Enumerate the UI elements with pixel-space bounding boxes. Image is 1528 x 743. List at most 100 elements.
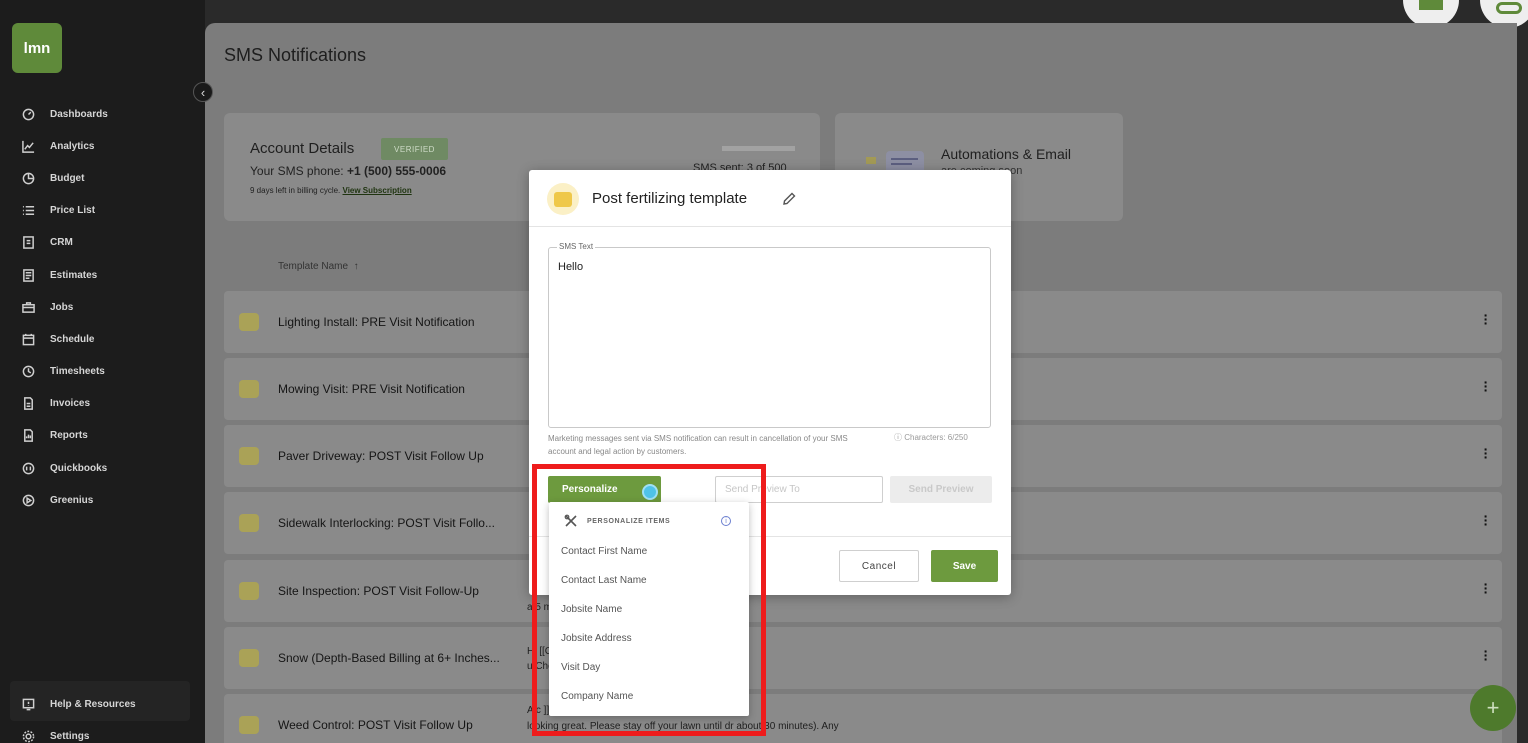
- price-list-icon: [22, 204, 35, 217]
- table-row[interactable]: Snow (Depth-Based Billing at 6+ Inches..…: [224, 627, 1502, 689]
- sidebar-item-label: Settings: [50, 730, 90, 742]
- sidebar-item-estimates[interactable]: Estimates: [0, 259, 205, 291]
- sms-template-icon: [239, 514, 259, 532]
- plus-icon: +: [1486, 695, 1500, 720]
- sms-text-label: SMS Text: [557, 242, 596, 251]
- sms-template-icon: [239, 716, 259, 734]
- jobs-icon: [22, 301, 35, 314]
- billing-text: 9 days left in billing cycle.: [250, 186, 341, 195]
- sidebar-item-crm[interactable]: CRM: [0, 227, 205, 259]
- template-name: Site Inspection: POST Visit Follow-Up: [278, 584, 479, 598]
- sidebar: lmn Dashboards Analytics Budget Price Li…: [0, 0, 205, 743]
- sidebar-item-schedule[interactable]: Schedule: [0, 323, 205, 355]
- personalize-items-title: PERSONALIZE ITEMS: [587, 517, 671, 525]
- sidebar-item-quickbooks[interactable]: Quickbooks: [0, 452, 205, 484]
- sidebar-item-timesheets[interactable]: Timesheets: [0, 356, 205, 388]
- sms-text-field[interactable]: SMS Text Hello: [548, 242, 991, 428]
- sidebar-item-label: Greenius: [50, 494, 94, 506]
- timesheets-icon: [22, 365, 35, 378]
- template-name-column-header[interactable]: Template Name ↑: [278, 261, 359, 272]
- account-details-title: Account Details: [250, 140, 355, 157]
- dashboard-icon: [22, 108, 35, 121]
- sidebar-nav: Dashboards Analytics Budget Price List C…: [0, 98, 205, 516]
- more-vertical-icon[interactable]: ···: [1482, 509, 1490, 531]
- table-row[interactable]: Weed Control: POST Visit Follow Up A c ]…: [224, 694, 1502, 743]
- sidebar-item-reports[interactable]: Reports: [0, 420, 205, 452]
- estimates-icon: [22, 268, 35, 282]
- grid-icon: [1419, 0, 1443, 10]
- more-vertical-icon[interactable]: ···: [1482, 375, 1490, 397]
- chevron-left-icon: ‹: [200, 84, 206, 100]
- add-button[interactable]: +: [1470, 685, 1516, 731]
- sidebar-item-greenius[interactable]: Greenius: [0, 484, 205, 516]
- sidebar-item-settings[interactable]: Settings: [0, 720, 89, 743]
- template-name: Snow (Depth-Based Billing at 6+ Inches..…: [278, 651, 500, 665]
- sidebar-item-label: Estimates: [50, 269, 98, 281]
- sidebar-item-label: Schedule: [50, 333, 95, 345]
- info-icon[interactable]: i: [721, 516, 731, 526]
- personalize-item-jobsite-address[interactable]: Jobsite Address: [561, 633, 632, 644]
- more-vertical-icon[interactable]: ···: [1482, 577, 1490, 599]
- sms-phone-number: +1 (500) 555-0006: [346, 164, 447, 178]
- template-name: Mowing Visit: PRE Visit Notification: [278, 382, 465, 396]
- invoices-icon: [22, 397, 35, 411]
- mouse-cursor-indicator: [642, 484, 658, 500]
- personalize-item-contact-first-name[interactable]: Contact First Name: [561, 546, 647, 557]
- app-logo[interactable]: lmn: [12, 23, 62, 73]
- schedule-icon: [22, 333, 35, 346]
- link-icon: [1496, 2, 1522, 14]
- sidebar-collapse-button[interactable]: ‹: [193, 82, 213, 102]
- personalize-item-visit-day[interactable]: Visit Day: [561, 662, 600, 673]
- personalize-item-contact-last-name[interactable]: Contact Last Name: [561, 575, 647, 586]
- page-title: SMS Notifications: [224, 45, 367, 65]
- sms-phone-label: Your SMS phone:: [250, 164, 344, 178]
- sms-template-icon: [239, 582, 259, 600]
- template-name: Sidewalk Interlocking: POST Visit Follo.…: [278, 516, 495, 530]
- modal-header: Post fertilizing template: [529, 170, 1011, 227]
- modal-title: Post fertilizing template: [592, 190, 748, 207]
- sms-template-icon: [239, 649, 259, 667]
- sidebar-item-label: Jobs: [50, 301, 74, 313]
- sidebar-item-price-list[interactable]: Price List: [0, 195, 205, 227]
- sidebar-item-help[interactable]: Help & Resources: [0, 688, 136, 720]
- personalize-button[interactable]: Personalize: [548, 476, 661, 503]
- sidebar-item-label: Help & Resources: [50, 698, 136, 710]
- more-vertical-icon[interactable]: ···: [1482, 442, 1490, 464]
- personalize-label: Personalize: [562, 484, 618, 495]
- sidebar-item-label: Invoices: [50, 398, 91, 410]
- sidebar-item-invoices[interactable]: Invoices: [0, 388, 205, 420]
- sidebar-item-label: Price List: [50, 205, 96, 217]
- template-name: Paver Driveway: POST Visit Follow Up: [278, 449, 484, 463]
- send-preview-button[interactable]: Send Preview: [890, 476, 992, 503]
- sidebar-item-label: Analytics: [50, 140, 95, 152]
- sms-template-icon: [239, 380, 259, 398]
- sidebar-item-analytics[interactable]: Analytics: [0, 130, 205, 162]
- personalize-item-company-name[interactable]: Company Name: [561, 691, 633, 702]
- view-subscription-link[interactable]: View Subscription: [343, 186, 412, 195]
- sidebar-item-jobs[interactable]: Jobs: [0, 291, 205, 323]
- quickbooks-icon: [22, 462, 35, 475]
- send-preview-input[interactable]: Send Preview To: [715, 476, 883, 503]
- sidebar-item-label: Dashboards: [50, 108, 108, 120]
- template-message-preview: looking great. Please stay off your lawn…: [527, 721, 839, 732]
- sms-message-icon: [547, 183, 579, 215]
- automations-title: Automations & Email: [941, 146, 1071, 162]
- sms-template-icon: [239, 313, 259, 331]
- sms-phone: Your SMS phone: +1 (500) 555-0006: [250, 164, 446, 178]
- character-count: ⓘ Characters: 6/250: [894, 433, 968, 442]
- personalize-items-header: PERSONALIZE ITEMS: [564, 514, 670, 528]
- sidebar-item-dashboards[interactable]: Dashboards: [0, 98, 205, 130]
- pencil-icon[interactable]: [781, 191, 797, 207]
- more-vertical-icon[interactable]: ···: [1482, 644, 1490, 666]
- save-button[interactable]: Save: [931, 550, 998, 582]
- reports-icon: [22, 429, 35, 443]
- greenius-icon: [22, 494, 35, 507]
- crm-icon: [22, 236, 35, 250]
- billing-cycle: 9 days left in billing cycle. View Subsc…: [250, 186, 412, 195]
- template-name: Weed Control: POST Visit Follow Up: [278, 718, 473, 732]
- personalize-item-jobsite-name[interactable]: Jobsite Name: [561, 604, 622, 615]
- more-vertical-icon[interactable]: ···: [1482, 308, 1490, 330]
- cancel-button[interactable]: Cancel: [839, 550, 919, 582]
- sidebar-item-budget[interactable]: Budget: [0, 162, 205, 194]
- sms-usage-bar: [722, 146, 795, 151]
